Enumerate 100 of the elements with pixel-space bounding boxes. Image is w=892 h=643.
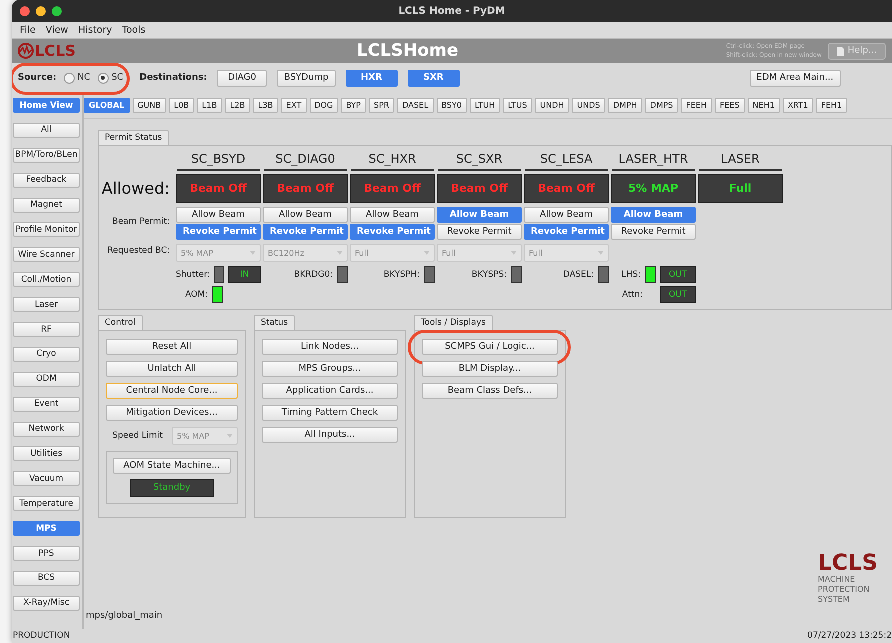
signal-readout: OUT	[660, 266, 696, 283]
action-button[interactable]: BLM Display...	[422, 361, 558, 377]
sidebar-button[interactable]: Event	[13, 396, 80, 412]
edm-area-button[interactable]: EDM Area Main...	[750, 70, 841, 86]
area-button[interactable]: LTUS	[503, 98, 532, 113]
destination-button[interactable]: BSYDump	[277, 70, 336, 86]
sidebar-button[interactable]: ODM	[13, 372, 80, 387]
sidebar-button[interactable]: PPS	[13, 546, 80, 562]
menu-item[interactable]: File	[20, 24, 36, 36]
area-button[interactable]: DMPH	[608, 98, 642, 113]
signal-label: Attn:	[622, 290, 643, 300]
action-button[interactable]: All Inputs...	[262, 427, 398, 443]
action-button[interactable]: Central Node Core...	[106, 383, 238, 399]
tab[interactable]: Status	[254, 315, 296, 330]
tab[interactable]: Control	[98, 315, 143, 330]
permit-button[interactable]: Revoke Permit	[350, 224, 435, 240]
area-button[interactable]: DMPS	[645, 98, 678, 113]
area-button[interactable]: UNDS	[572, 98, 606, 113]
permit-button[interactable]: Allow Beam	[176, 207, 261, 223]
menu-item[interactable]: Tools	[122, 24, 146, 36]
permit-button[interactable]: Revoke Permit	[176, 224, 261, 240]
sidebar-button[interactable]: X-Ray/Misc	[13, 596, 80, 611]
area-button[interactable]: DOG	[310, 98, 338, 113]
action-button[interactable]: SCMPS Gui / Logic...	[422, 339, 558, 355]
area-button[interactable]: XRT1	[782, 98, 814, 113]
mps-logo-subtitle: MACHINE PROTECTION SYSTEM	[818, 575, 871, 605]
area-button[interactable]: SPR	[369, 98, 394, 113]
area-button[interactable]: BYP	[341, 98, 366, 113]
sidebar-button[interactable]: Utilities	[13, 446, 80, 462]
sidebar-button[interactable]: Vacuum	[13, 471, 80, 486]
area-button[interactable]: LTUH	[470, 98, 500, 113]
sidebar-button[interactable]: BCS	[13, 570, 80, 586]
action-button[interactable]: Unlatch All	[106, 361, 238, 377]
tab[interactable]: Tools / Displays	[414, 315, 493, 330]
sidebar-button[interactable]: Network	[13, 422, 80, 437]
action-button[interactable]: Beam Class Defs...	[422, 383, 558, 399]
action-button[interactable]: Link Nodes...	[262, 339, 398, 355]
sidebar-button[interactable]: Home View	[13, 98, 80, 113]
sidebar-button[interactable]: RF	[13, 322, 80, 338]
sidebar-button[interactable]: Temperature	[13, 496, 80, 512]
destination-button[interactable]: SXR	[408, 70, 460, 86]
area-button[interactable]: UNDH	[535, 98, 570, 113]
permit-button[interactable]: Revoke Permit	[437, 224, 522, 240]
radio-button[interactable]: SC	[98, 72, 124, 84]
dropdown-value: 5% MAP	[181, 248, 214, 258]
action-button[interactable]: Timing Pattern Check	[262, 405, 398, 421]
column-title: SC_BSYD	[177, 152, 260, 171]
sidebar-button[interactable]: Wire Scanner	[13, 247, 80, 262]
action-button[interactable]: Reset All	[106, 339, 238, 355]
destination-button[interactable]: HXR	[346, 70, 398, 86]
signal-label: Shutter:	[176, 270, 210, 280]
area-button[interactable]: GUNB	[132, 98, 166, 113]
area-button[interactable]: GLOBAL	[84, 98, 130, 113]
sidebar-button[interactable]: All	[13, 122, 80, 138]
dropdown-caret-icon	[337, 251, 343, 255]
permit-button[interactable]: Allow Beam	[524, 207, 609, 223]
sidebar-button[interactable]: Feedback	[13, 172, 80, 188]
menu-item[interactable]: History	[78, 24, 112, 36]
window-controls-icon[interactable]	[20, 6, 64, 17]
aom-button[interactable]: AOM State Machine...	[113, 458, 231, 474]
permit-button[interactable]: Revoke Permit	[611, 224, 696, 240]
permit-button[interactable]: Allow Beam	[350, 207, 435, 223]
area-button[interactable]: FEH1	[816, 98, 848, 113]
row-label: Requested BC:	[106, 246, 171, 256]
area-button[interactable]: EXT	[281, 98, 307, 113]
timestamp: 07/27/2023 13:25:2	[808, 631, 892, 641]
dropdown-value: BC120Hz	[268, 248, 304, 258]
area-button[interactable]: L3B	[253, 98, 278, 113]
permit-button[interactable]: Allow Beam	[437, 207, 522, 223]
sidebar-button[interactable]: Profile Monitor	[13, 222, 80, 238]
sidebar-button[interactable]: Laser	[13, 297, 80, 312]
radio-button[interactable]: NC	[64, 72, 91, 84]
area-button[interactable]: BSY0	[436, 98, 467, 113]
menu-item[interactable]: View	[46, 24, 68, 36]
destination-button[interactable]: DIAG0	[217, 70, 268, 86]
permit-button[interactable]: Revoke Permit	[524, 224, 609, 240]
sidebar-button[interactable]: Coll./Motion	[13, 272, 80, 288]
display-path: mps/global_main	[86, 611, 164, 621]
action-button[interactable]: Application Cards...	[262, 383, 398, 399]
area-button[interactable]: FEES	[714, 98, 745, 113]
permit-button[interactable]: Allow Beam	[611, 207, 696, 223]
area-button[interactable]: DASEL	[397, 98, 434, 113]
area-button[interactable]: L1B	[197, 98, 222, 113]
action-button[interactable]: Mitigation Devices...	[106, 405, 238, 421]
area-button[interactable]: L0B	[169, 98, 194, 113]
sidebar-button[interactable]: MPS	[13, 521, 80, 536]
area-button[interactable]: NEH1	[748, 98, 780, 113]
area-button[interactable]: FEEH	[681, 98, 712, 113]
column-title: LASER	[699, 152, 782, 171]
window-title: LCLS Home - PyDM	[398, 6, 506, 16]
signal-label: AOM:	[185, 290, 208, 300]
action-button[interactable]: MPS Groups...	[262, 361, 398, 377]
tab[interactable]: Permit Status	[98, 130, 170, 145]
permit-button[interactable]: Revoke Permit	[263, 224, 348, 240]
area-button[interactable]: L2B	[225, 98, 250, 113]
sidebar-button[interactable]: Magnet	[13, 198, 80, 213]
sidebar-button[interactable]: BPM/Toro/BLen	[13, 148, 80, 163]
speed-limit-label: Speed Limit	[112, 431, 164, 441]
sidebar-button[interactable]: Cryo	[13, 346, 80, 362]
permit-button[interactable]: Allow Beam	[263, 207, 348, 223]
